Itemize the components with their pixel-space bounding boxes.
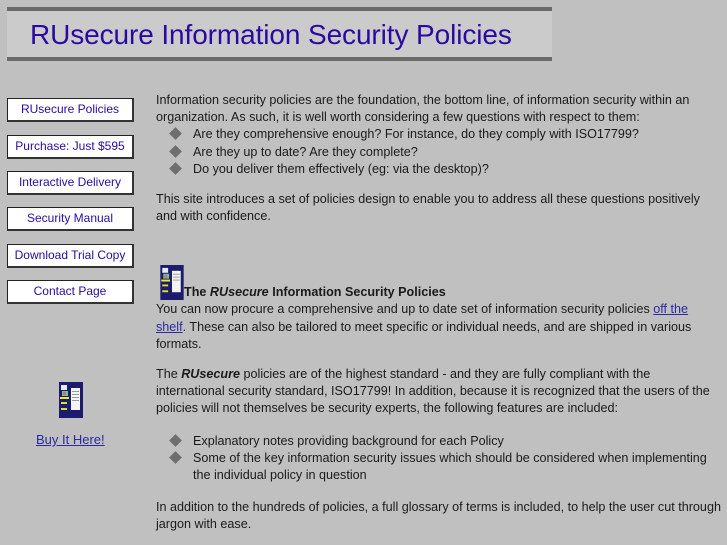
nav-button-contact-page[interactable]: Contact Page — [7, 280, 134, 304]
diamond-bullet-icon — [169, 144, 182, 158]
nav-button-security-manual[interactable]: Security Manual — [7, 207, 134, 231]
page-title: RUsecure Information Security Policies — [30, 19, 512, 50]
list-item: Are they up to date? Are they complete? — [156, 144, 721, 161]
section-heading: The RUsecure Information Security Polici… — [184, 285, 446, 300]
list-item: Some of the key information security iss… — [156, 450, 721, 484]
nav-button-download-trial[interactable]: Download Trial Copy — [7, 244, 134, 268]
nav-button-rusecure-policies[interactable]: RUsecure Policies — [7, 98, 134, 122]
diamond-bullet-icon — [169, 450, 182, 464]
main-content: Information security policies are the fo… — [156, 92, 721, 534]
page: RUsecure Information Security Policies R… — [0, 0, 727, 545]
book-cover-icon[interactable] — [59, 382, 83, 418]
header-banner: RUsecure Information Security Policies — [7, 7, 552, 61]
diamond-bullet-icon — [169, 127, 182, 141]
site-intro-paragraph: This site introduces a set of policies d… — [156, 192, 700, 224]
buy-it-here-link[interactable]: Buy It Here! — [36, 432, 105, 447]
intro-paragraph: Information security policies are the fo… — [156, 93, 690, 125]
features-list: Explanatory notes providing background f… — [156, 433, 721, 485]
list-item: Are they comprehensive enough? For insta… — [156, 126, 721, 143]
glossary-paragraph: In addition to the hundreds of policies,… — [156, 500, 721, 532]
nav-button-interactive-delivery[interactable]: Interactive Delivery — [7, 171, 134, 195]
book-cover-icon — [160, 265, 184, 301]
nav-button-purchase[interactable]: Purchase: Just $595 — [7, 135, 134, 159]
diamond-bullet-icon — [169, 161, 182, 175]
list-item: Do you deliver them effectively (eg: via… — [156, 161, 721, 178]
list-item: Explanatory notes providing background f… — [156, 433, 721, 450]
procure-paragraph: You can now procure a comprehensive and … — [156, 302, 692, 351]
section-heading-row: The RUsecure Information Security Polici… — [156, 265, 721, 301]
diamond-bullet-icon — [169, 433, 182, 447]
standard-paragraph: The RUsecure policies are of the highest… — [156, 367, 710, 416]
questions-list: Are they comprehensive enough? For insta… — [156, 126, 721, 178]
